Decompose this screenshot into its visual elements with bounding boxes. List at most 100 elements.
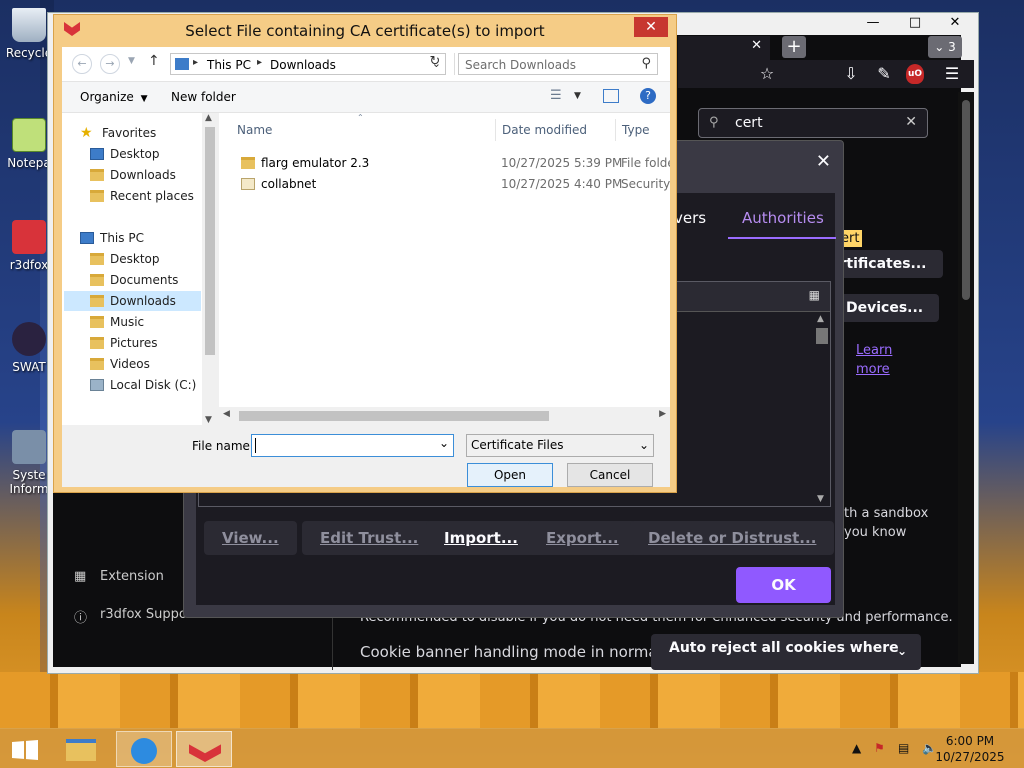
browser-tab[interactable]: ✕ — [678, 36, 770, 60]
nav-pc-documents[interactable]: Documents — [90, 270, 178, 290]
extensions-icon[interactable]: ✎ — [873, 64, 895, 84]
back-button[interactable]: ← — [72, 54, 92, 74]
navigation-pane-scrollbar[interactable]: ▲ ▼ — [202, 113, 218, 425]
cancel-button[interactable]: Cancel — [567, 463, 653, 487]
taskbar-r3dfox[interactable] — [176, 731, 232, 767]
export-button[interactable]: Export... — [528, 521, 637, 555]
address-bar[interactable]: ▸ This PC ▸ Downloads ⌄ — [170, 53, 446, 75]
column-date-modified[interactable]: Date modified — [495, 119, 615, 141]
nav-favorites-recent[interactable]: Recent places — [90, 186, 194, 206]
view-options-icon[interactable]: ☰ — [550, 88, 562, 103]
taskbar-file-explorer[interactable] — [56, 731, 112, 767]
cookie-banner-select[interactable]: Auto reject all cookies where ⌄ — [651, 634, 921, 670]
text-cursor — [255, 438, 256, 453]
scroll-thumb[interactable] — [239, 411, 549, 421]
scroll-thumb[interactable] — [205, 127, 215, 355]
scroll-thumb[interactable] — [816, 328, 828, 344]
refresh-icon[interactable]: ↻ — [425, 54, 445, 74]
column-name[interactable]: Name — [231, 119, 493, 141]
close-window-button[interactable]: ✕ — [934, 15, 976, 33]
close-icon[interactable]: ✕ — [816, 151, 831, 172]
new-folder-button[interactable]: New folder — [171, 90, 236, 104]
tab-list-button[interactable]: ⌄ 3 — [928, 36, 962, 58]
security-devices-button[interactable]: Devices... — [834, 294, 940, 322]
tab-close-icon[interactable]: ✕ — [751, 38, 762, 53]
system-clock[interactable]: 6:00 PM 10/27/2025 — [930, 733, 1010, 765]
chevron-down-icon[interactable]: ▼ — [574, 91, 581, 101]
help-icon[interactable]: ? — [640, 88, 656, 104]
file-type-select[interactable]: Certificate Files ⌄ — [466, 434, 654, 457]
downloads-icon[interactable]: ⇩ — [840, 64, 862, 84]
nav-pc-videos[interactable]: Videos — [90, 354, 150, 374]
organize-button[interactable]: Organize ▼ — [80, 90, 148, 104]
nav-pc-local-disk[interactable]: Local Disk (C:) — [90, 375, 196, 395]
preferences-scrollbar[interactable] — [958, 92, 974, 664]
open-button[interactable]: Open — [467, 463, 553, 487]
nav-label: Desktop — [110, 147, 160, 161]
column-type[interactable]: Type — [615, 119, 670, 141]
scroll-right-icon[interactable]: ▶ — [659, 409, 666, 419]
sandbox-text-line: th a sandbox — [844, 506, 929, 521]
preview-pane-icon[interactable] — [603, 89, 619, 103]
scroll-down-icon[interactable]: ▼ — [205, 415, 212, 425]
nav-pc-pictures[interactable]: Pictures — [90, 333, 158, 353]
scroll-up-icon[interactable]: ▲ — [205, 113, 212, 123]
preferences-search[interactable]: ⚲ cert ✕ — [698, 108, 928, 138]
column-picker-icon[interactable]: ▦ — [809, 288, 820, 302]
minimize-button[interactable]: — — [858, 15, 888, 33]
certificate-list-scrollbar[interactable]: ▲ ▼ — [814, 312, 830, 506]
file-name-field[interactable]: ⌄ — [251, 434, 454, 457]
ok-button[interactable]: OK — [736, 567, 831, 603]
start-button[interactable] — [0, 731, 56, 767]
breadcrumb-this-pc[interactable]: This PC — [207, 58, 251, 72]
nav-pc-downloads[interactable]: Downloads — [64, 291, 201, 311]
forward-button[interactable]: → — [100, 54, 120, 74]
breadcrumb-downloads[interactable]: Downloads — [270, 58, 336, 72]
file-row[interactable]: flarg emulator 2.3 10/27/2025 5:39 PM Fi… — [219, 153, 670, 173]
delete-or-distrust-button[interactable]: Delete or Distrust... — [630, 521, 835, 555]
preferences-search-input[interactable]: cert — [735, 115, 763, 131]
scroll-left-icon[interactable]: ◀ — [223, 409, 230, 419]
dialog-close-button[interactable]: ✕ — [634, 17, 668, 37]
search-icon: ⚲ — [641, 56, 651, 71]
scroll-up-icon[interactable]: ▲ — [817, 314, 824, 324]
up-arrow-icon[interactable]: ↑ — [148, 53, 160, 69]
file-list-horizontal-scrollbar[interactable]: ◀ ▶ — [219, 407, 670, 425]
import-button[interactable]: Import... — [426, 521, 536, 555]
nav-label: Music — [110, 315, 145, 329]
nav-pc-music[interactable]: Music — [90, 312, 144, 332]
nav-this-pc[interactable]: This PC — [80, 228, 144, 248]
nav-favorites-downloads[interactable]: Downloads — [90, 165, 176, 185]
search-downloads-box[interactable]: Search Downloads ⚲ — [458, 53, 658, 75]
recent-locations-icon[interactable]: ▼ — [128, 56, 135, 66]
show-hidden-icons-icon[interactable]: ▲ — [852, 741, 861, 755]
sandbox-text: th a sandbox you know — [844, 506, 928, 540]
bookmark-star-icon[interactable]: ☆ — [756, 64, 778, 84]
sidebar-link-extensions[interactable]: ▦ Extension — [74, 569, 164, 584]
learn-more-link[interactable]: Learn more — [856, 343, 892, 377]
action-center-icon[interactable]: ⚑ — [874, 741, 885, 755]
computer-icon — [80, 232, 94, 244]
nav-pc-desktop[interactable]: Desktop — [90, 249, 160, 269]
maximize-button[interactable]: □ — [900, 15, 930, 33]
nav-favorites-desktop[interactable]: Desktop — [90, 144, 160, 164]
search-downloads-input[interactable]: Search Downloads — [465, 58, 576, 72]
cookie-banner-label: Cookie banner handling mode in normal — [360, 643, 662, 661]
recent-places-icon — [90, 190, 104, 202]
file-list: ⌃ Name Date modified Type flarg emulator… — [219, 113, 670, 425]
ublock-icon[interactable]: uO — [906, 64, 924, 84]
network-icon[interactable]: ▤ — [898, 741, 909, 755]
view-button[interactable]: View... — [204, 521, 297, 555]
menu-icon[interactable]: ☰ — [941, 64, 963, 84]
chevron-down-icon[interactable]: ⌄ — [439, 436, 449, 450]
nav-favorites[interactable]: ★ Favorites — [80, 123, 156, 143]
taskbar-search-app[interactable] — [116, 731, 172, 767]
clear-search-icon[interactable]: ✕ — [905, 114, 917, 130]
scroll-down-icon[interactable]: ▼ — [817, 494, 824, 504]
tab-authorities[interactable]: Authorities — [728, 209, 836, 239]
file-row[interactable]: collabnet 10/27/2025 4:40 PM Security Ce… — [219, 174, 670, 194]
edit-trust-button[interactable]: Edit Trust... — [302, 521, 437, 555]
new-tab-button[interactable]: + — [782, 36, 806, 58]
magnifier-icon — [131, 738, 157, 764]
tab-servers[interactable]: vers — [674, 209, 706, 227]
